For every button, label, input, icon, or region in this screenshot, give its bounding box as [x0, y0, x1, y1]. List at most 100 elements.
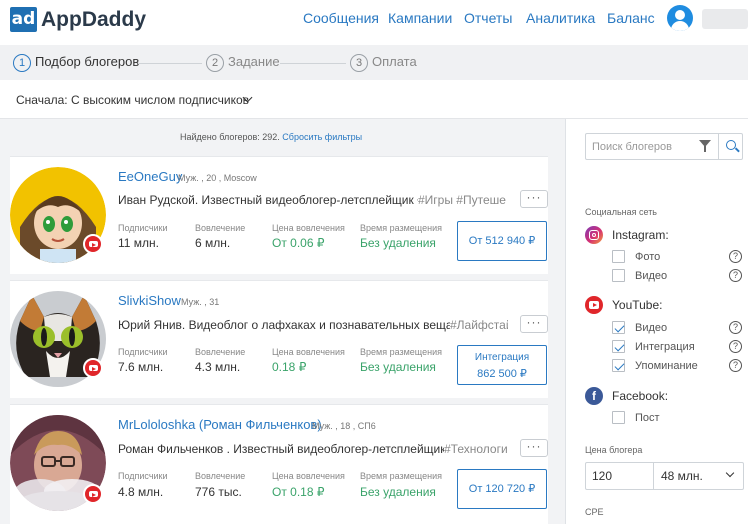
- nav-balance[interactable]: Баланс: [607, 10, 655, 26]
- instagram-icon: [585, 226, 603, 244]
- cpe-label: Цена вовлечения: [272, 347, 345, 357]
- cpe-value: От 0.06 ₽: [272, 236, 325, 250]
- step-1-label[interactable]: Подбор блогеров: [35, 53, 139, 71]
- cpe-label: Цена вовлечения: [272, 471, 345, 481]
- results-count: Найдено блогеров: 292. Сбросить фильтры: [180, 131, 362, 143]
- blogger-name[interactable]: SlivkiShow: [118, 293, 181, 309]
- youtube-mention-label[interactable]: Упоминание: [635, 359, 698, 373]
- help-icon[interactable]: ?: [729, 269, 742, 282]
- social-network-title[interactable]: Социальная сеть: [585, 206, 657, 218]
- user-avatar-icon[interactable]: [667, 5, 693, 31]
- step-connector: [138, 63, 202, 64]
- youtube-integration-checkbox[interactable]: [612, 340, 625, 353]
- placement-label: Время размещения: [360, 471, 442, 481]
- price-label: 862 500 ₽: [477, 368, 527, 380]
- instagram-video-label[interactable]: Видео: [635, 269, 667, 283]
- divider: [718, 134, 719, 159]
- cpe-value: От 0.18 ₽: [272, 485, 325, 499]
- step-1-number[interactable]: 1: [13, 54, 31, 72]
- placement-label: Время размещения: [360, 347, 442, 357]
- search-placeholder[interactable]: Поиск блогеров: [592, 140, 672, 154]
- youtube-mention-checkbox[interactable]: [612, 359, 625, 372]
- subscribers-value: 7.6 млн.: [118, 360, 164, 374]
- facebook-post-label[interactable]: Пост: [635, 411, 660, 425]
- placement-value: Без удаления: [360, 485, 436, 499]
- cpe-label: Цена вовлечения: [272, 223, 345, 233]
- more-button[interactable]: ···: [520, 439, 548, 457]
- blogger-tags: #Лайфстайл: [450, 318, 508, 332]
- instagram-label: Instagram:: [612, 228, 669, 242]
- logo-icon[interactable]: ad: [10, 7, 37, 32]
- subscribers-label: Подписчики: [118, 347, 168, 357]
- blogger-description: Иван Рудской. Известный видеоблогер-летс…: [118, 193, 418, 207]
- subscribers-value: 4.8 млн.: [118, 485, 164, 499]
- nav-campaigns[interactable]: Кампании: [388, 10, 452, 26]
- step-3-label[interactable]: Оплата: [372, 53, 417, 71]
- facebook-label: Facebook:: [612, 389, 669, 403]
- engagement-value: 4.3 млн.: [195, 360, 241, 374]
- divider: [653, 463, 654, 489]
- nav-analytics[interactable]: Аналитика: [526, 10, 595, 26]
- filter-icon-stem[interactable]: [704, 146, 706, 152]
- help-icon[interactable]: ?: [729, 359, 742, 372]
- more-button[interactable]: ···: [520, 190, 548, 208]
- found-text: Найдено блогеров: 292.: [180, 132, 280, 142]
- blogger-card[interactable]: SlivkiShow Муж. , 31 Юрий Янив. Видеобло…: [10, 280, 548, 398]
- nav-reports[interactable]: Отчеты: [464, 10, 512, 26]
- instagram-photo-label[interactable]: Фото: [635, 250, 660, 264]
- nav-messages[interactable]: Сообщения: [303, 10, 379, 26]
- blogger-description: Юрий Янив. Видеоблог о лафхаках и познав…: [118, 318, 450, 332]
- steps-bar: 1 Подбор блогеров 2 Задание 3 Оплата: [0, 45, 748, 80]
- subscribers-value: 11 млн.: [118, 236, 160, 250]
- help-icon[interactable]: ?: [729, 321, 742, 334]
- price-to-select[interactable]: 48 млн.: [661, 469, 703, 484]
- youtube-integration-label[interactable]: Интеграция: [635, 340, 695, 354]
- price-label: От 512 940 ₽: [468, 235, 536, 247]
- youtube-icon: [83, 358, 103, 378]
- instagram-video-checkbox[interactable]: [612, 269, 625, 282]
- price-button[interactable]: От 512 940 ₽: [457, 221, 547, 261]
- logo-text[interactable]: AppDaddy: [41, 7, 146, 32]
- engagement-label: Вовлечение: [195, 471, 246, 481]
- price-label: От 120 720 ₽: [468, 483, 536, 495]
- step-3-number[interactable]: 3: [350, 54, 368, 72]
- cpe-filter-title[interactable]: CPE: [585, 506, 604, 518]
- sort-dropdown[interactable]: Сначала: С высоким числом подписчиков: [16, 92, 249, 108]
- engagement-label: Вовлечение: [195, 347, 246, 357]
- help-icon[interactable]: ?: [729, 340, 742, 353]
- facebook-icon: f: [585, 387, 603, 405]
- reset-filters-link[interactable]: Сбросить фильтры: [282, 132, 362, 142]
- blogger-meta: Муж. , 20 , Moscow: [178, 173, 257, 183]
- help-icon[interactable]: ?: [729, 250, 742, 263]
- placement-value: Без удаления: [360, 360, 436, 374]
- blogger-name[interactable]: MrLololoshka (Роман Фильченков): [118, 417, 322, 433]
- engagement-label: Вовлечение: [195, 223, 246, 233]
- cpe-value: 0.18 ₽: [272, 360, 307, 374]
- step-connector: [280, 63, 346, 64]
- facebook-post-checkbox[interactable]: [612, 411, 625, 424]
- more-button[interactable]: ···: [520, 315, 548, 333]
- youtube-video-label[interactable]: Видео: [635, 321, 667, 335]
- price-type-label: Интеграция: [474, 352, 530, 363]
- search-icon[interactable]: [726, 140, 736, 150]
- youtube-icon: [585, 296, 603, 314]
- blogger-card[interactable]: EeOneGuy Муж. , 20 , Moscow Иван Рудской…: [10, 156, 548, 274]
- blogger-tags: #Игры #Путешествия: [418, 193, 506, 207]
- step-2-label[interactable]: Задание: [228, 53, 280, 71]
- youtube-label: YouTube:: [612, 298, 663, 312]
- blogger-card[interactable]: MrLololoshka (Роман Фильченков) Муж. , 1…: [10, 404, 548, 524]
- user-name-blurred[interactable]: [702, 9, 748, 29]
- blogger-meta: Муж. , 31: [181, 297, 220, 307]
- divider: [565, 119, 566, 524]
- youtube-video-checkbox[interactable]: [612, 321, 625, 334]
- step-2-number[interactable]: 2: [206, 54, 224, 72]
- placement-value: Без удаления: [360, 236, 436, 250]
- price-from-input[interactable]: 120: [592, 469, 612, 484]
- price-filter-title[interactable]: Цена блогера: [585, 444, 642, 456]
- instagram-photo-checkbox[interactable]: [612, 250, 625, 263]
- blogger-name[interactable]: EeOneGuy: [118, 169, 182, 185]
- price-button[interactable]: Интеграция 862 500 ₽: [457, 345, 547, 385]
- subscribers-label: Подписчики: [118, 223, 168, 233]
- price-button[interactable]: От 120 720 ₽: [457, 469, 547, 509]
- blogger-description: Роман Фильченков . Известный видеоблогер…: [118, 442, 444, 456]
